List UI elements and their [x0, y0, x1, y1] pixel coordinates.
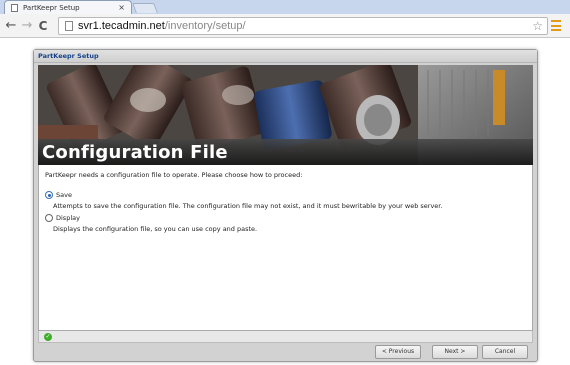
- option-label: Save: [56, 191, 72, 199]
- browser-toolbar: ← → C svr1.tecadmin.net/inventory/setup/…: [0, 14, 570, 38]
- next-button[interactable]: Next >: [432, 345, 478, 359]
- cancel-button[interactable]: Cancel: [482, 345, 528, 359]
- close-tab-icon[interactable]: ×: [118, 3, 125, 12]
- page-icon: [11, 3, 18, 12]
- banner-image: Configuration File: [38, 65, 533, 165]
- browser-tab[interactable]: PartKeepr Setup ×: [4, 0, 132, 14]
- dialog-titlebar[interactable]: PartKeepr Setup: [34, 50, 537, 63]
- page-heading: Configuration File: [42, 142, 228, 163]
- new-tab-button[interactable]: [132, 3, 158, 13]
- dialog-content: PartKeepr needs a configuration file to …: [38, 165, 533, 331]
- url-host: svr1.tecadmin.net: [78, 20, 165, 32]
- tab-strip: PartKeepr Setup ×: [0, 0, 570, 14]
- status-bar: ✓: [38, 331, 533, 343]
- previous-button[interactable]: < Previous: [375, 345, 421, 359]
- display-radio[interactable]: [45, 214, 53, 222]
- check-icon: ✓: [44, 333, 52, 341]
- option-label: Display: [56, 214, 80, 222]
- bookmark-star-icon[interactable]: ☆: [532, 19, 543, 33]
- page: PartKeepr Setup Configuration File PartK…: [0, 39, 570, 365]
- option-description: Displays the configuration file, so you …: [53, 225, 258, 233]
- option-description: Attempts to save the configuration file.…: [53, 202, 443, 210]
- menu-icon[interactable]: [551, 20, 561, 31]
- address-bar[interactable]: svr1.tecadmin.net/inventory/setup/ ☆: [58, 17, 548, 35]
- button-bar: < Previous Next > Cancel: [38, 345, 533, 361]
- option-save[interactable]: Save: [45, 191, 526, 199]
- intro-text: PartKeepr needs a configuration file to …: [45, 171, 303, 179]
- setup-dialog: PartKeepr Setup Configuration File PartK…: [33, 49, 538, 362]
- url-path: /inventory/setup/: [164, 20, 246, 32]
- banner-bar: Configuration File: [38, 139, 533, 165]
- tab-title: PartKeepr Setup: [23, 3, 80, 12]
- page-icon: [65, 21, 73, 31]
- reload-icon[interactable]: C: [36, 18, 50, 34]
- back-icon[interactable]: ←: [4, 18, 18, 34]
- forward-icon[interactable]: →: [20, 18, 34, 34]
- dialog-title: PartKeepr Setup: [38, 52, 99, 60]
- save-radio[interactable]: [45, 191, 53, 199]
- option-display[interactable]: Display: [45, 214, 526, 222]
